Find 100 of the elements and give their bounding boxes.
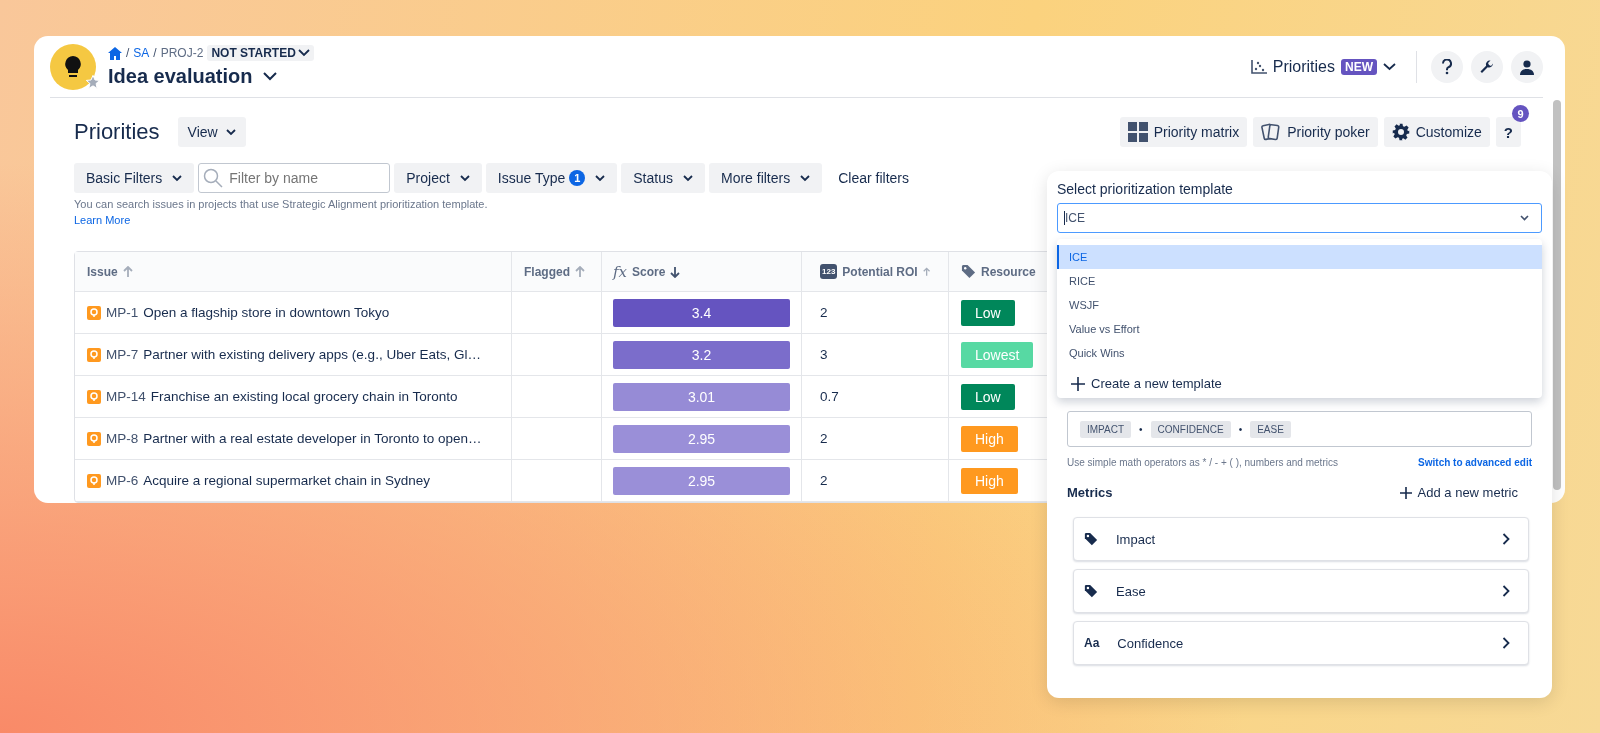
template-option[interactable]: Value vs Effort xyxy=(1057,317,1542,341)
roi-cell: 2 xyxy=(802,418,949,459)
filter-dropdown[interactable]: Basic Filters xyxy=(74,163,195,193)
view-switcher[interactable]: Priorities NEW xyxy=(1244,56,1402,77)
chevron-down-icon xyxy=(225,128,236,136)
template-option[interactable]: ICE xyxy=(1057,245,1542,269)
chevron-down-icon xyxy=(682,174,693,182)
formula-icon: fx xyxy=(613,262,627,281)
operator-text: • xyxy=(1238,423,1243,435)
resource-tag: High xyxy=(961,467,1018,494)
toolbar-button[interactable]: Priority poker xyxy=(1253,117,1378,147)
breadcrumb-separator: / xyxy=(126,46,130,60)
filter-dropdown[interactable]: More filters xyxy=(708,163,823,193)
settings-button[interactable] xyxy=(1471,50,1503,83)
field-label: Select prioritization template xyxy=(1057,181,1234,197)
column-header[interactable]: fx Score xyxy=(602,252,802,291)
help-button[interactable]: ? xyxy=(1495,117,1521,147)
issue-cell[interactable]: MP-1 Open a flagship store in downtown Tokyo xyxy=(75,292,512,333)
breadcrumb-link[interactable]: SA xyxy=(133,46,150,60)
count-badge: 9 xyxy=(1512,105,1529,122)
resource-tag: Lowest xyxy=(961,341,1034,368)
column-header[interactable]: 123 Potential ROI xyxy=(802,252,949,291)
metric-chip: IMPACT xyxy=(1080,420,1132,438)
idea-icon xyxy=(87,431,101,446)
chevron-down-icon[interactable] xyxy=(262,72,277,81)
formula-hint: Use simple math operators as * / - + ( ), numbers and metrics xyxy=(1067,457,1338,468)
filter-dropdown[interactable]: Issue Type 1 xyxy=(485,163,618,193)
resource-tag: Low xyxy=(961,383,1015,410)
roi-cell: 2 xyxy=(802,292,949,333)
idea-icon xyxy=(87,347,101,362)
filter-dropdown[interactable]: Project xyxy=(394,163,482,193)
issue-cell[interactable]: MP-8 Partner with a real estate developer in Toronto to open… xyxy=(75,418,512,459)
tag-icon xyxy=(1084,532,1098,546)
issue-cell[interactable]: MP-6 Acquire a regional supermarket chain in Sydney xyxy=(75,460,512,501)
resource-tag: Low xyxy=(961,299,1015,326)
score-bar: 3.2 xyxy=(613,340,790,369)
metric-row[interactable]: Aa Confidence xyxy=(1073,621,1529,665)
column-header[interactable]: Issue xyxy=(75,252,512,291)
view-button[interactable]: View xyxy=(177,117,246,147)
scatter-chart-icon xyxy=(1250,59,1267,74)
operator-text: • xyxy=(1139,423,1143,435)
hint-text: You can search issues in projects that use Strategic Alignment prioritization template. xyxy=(74,198,489,210)
grid-icon xyxy=(1127,122,1148,142)
new-badge: NEW xyxy=(1341,58,1377,75)
number-icon: 123 xyxy=(820,264,838,279)
tag-icon xyxy=(1084,584,1098,598)
clear-filters-button[interactable]: Clear filters xyxy=(826,170,921,186)
resource-tag: High xyxy=(961,425,1018,452)
column-header[interactable]: Flagged xyxy=(512,252,602,291)
cards-icon xyxy=(1261,122,1282,142)
template-option[interactable]: RICE xyxy=(1057,269,1542,293)
filter-dropdown[interactable]: Status xyxy=(621,163,705,193)
text-type-icon: Aa xyxy=(1084,636,1100,650)
idea-icon xyxy=(87,305,101,320)
score-bar: 2.95 xyxy=(613,466,790,495)
plus-icon xyxy=(1399,486,1412,499)
wrench-icon xyxy=(1479,58,1495,75)
search-field[interactable]: Filter by name xyxy=(198,163,391,193)
issue-cell[interactable]: MP-14 Franchise an existing local grocery chain in Toronto xyxy=(75,376,512,417)
score-bar: 3.4 xyxy=(613,298,790,327)
metric-chip: CONFIDENCE xyxy=(1150,420,1231,438)
arrow-down-icon[interactable] xyxy=(670,265,681,278)
toolbar-button[interactable]: Customize xyxy=(1383,117,1490,147)
roi-cell: 0.7 xyxy=(802,376,949,417)
profile-button[interactable] xyxy=(1511,50,1543,83)
workflow-state-button[interactable]: NOT STARTED xyxy=(207,45,314,61)
template-option[interactable]: WSJF xyxy=(1057,293,1542,317)
breadcrumb-item: PROJ-2 xyxy=(160,46,204,60)
issue-cell[interactable]: MP-7 Partner with existing delivery apps (e.g., Uber Eats, Gl… xyxy=(75,334,512,375)
chevron-down-icon xyxy=(800,174,811,182)
formula-field[interactable]: IMPACT • CONFIDENCE • EASE xyxy=(1067,411,1532,447)
roi-cell: 2 xyxy=(802,460,949,501)
add-metric-button[interactable]: Add a new metric xyxy=(1393,484,1524,501)
create-template-button[interactable]: Create a new template xyxy=(1065,375,1228,392)
learn-more-link[interactable]: Learn More xyxy=(74,214,131,226)
chevron-down-icon xyxy=(595,174,606,182)
idea-icon xyxy=(87,389,101,404)
chevron-down-icon xyxy=(172,174,183,182)
settings-icon xyxy=(1391,123,1410,141)
page-title: Priorities xyxy=(74,119,160,145)
count-badge: 1 xyxy=(569,170,586,186)
project-title: Idea evaluation xyxy=(108,65,253,88)
metric-row[interactable]: Impact xyxy=(1073,517,1529,561)
scrollbar[interactable] xyxy=(1553,100,1561,490)
chevron-right-icon xyxy=(1502,585,1510,597)
template-option[interactable]: Quick Wins xyxy=(1057,341,1542,365)
chevron-down-icon xyxy=(1383,62,1396,71)
advanced-edit-link[interactable]: Switch to advanced edit xyxy=(1418,457,1532,468)
toolbar-button[interactable]: Priority matrix xyxy=(1119,117,1248,147)
template-select[interactable]: ICE xyxy=(1057,203,1542,233)
metric-chip: EASE xyxy=(1250,420,1291,438)
chevron-down-icon xyxy=(1520,215,1529,221)
section-title: Metrics xyxy=(1067,485,1113,500)
home-icon[interactable] xyxy=(108,46,122,60)
help-icon xyxy=(1441,58,1453,75)
metric-row[interactable]: Ease xyxy=(1073,569,1529,613)
help-button[interactable] xyxy=(1431,50,1463,83)
chevron-right-icon xyxy=(1502,637,1510,649)
plus-icon xyxy=(1071,376,1085,391)
score-bar: 2.95 xyxy=(613,424,790,453)
